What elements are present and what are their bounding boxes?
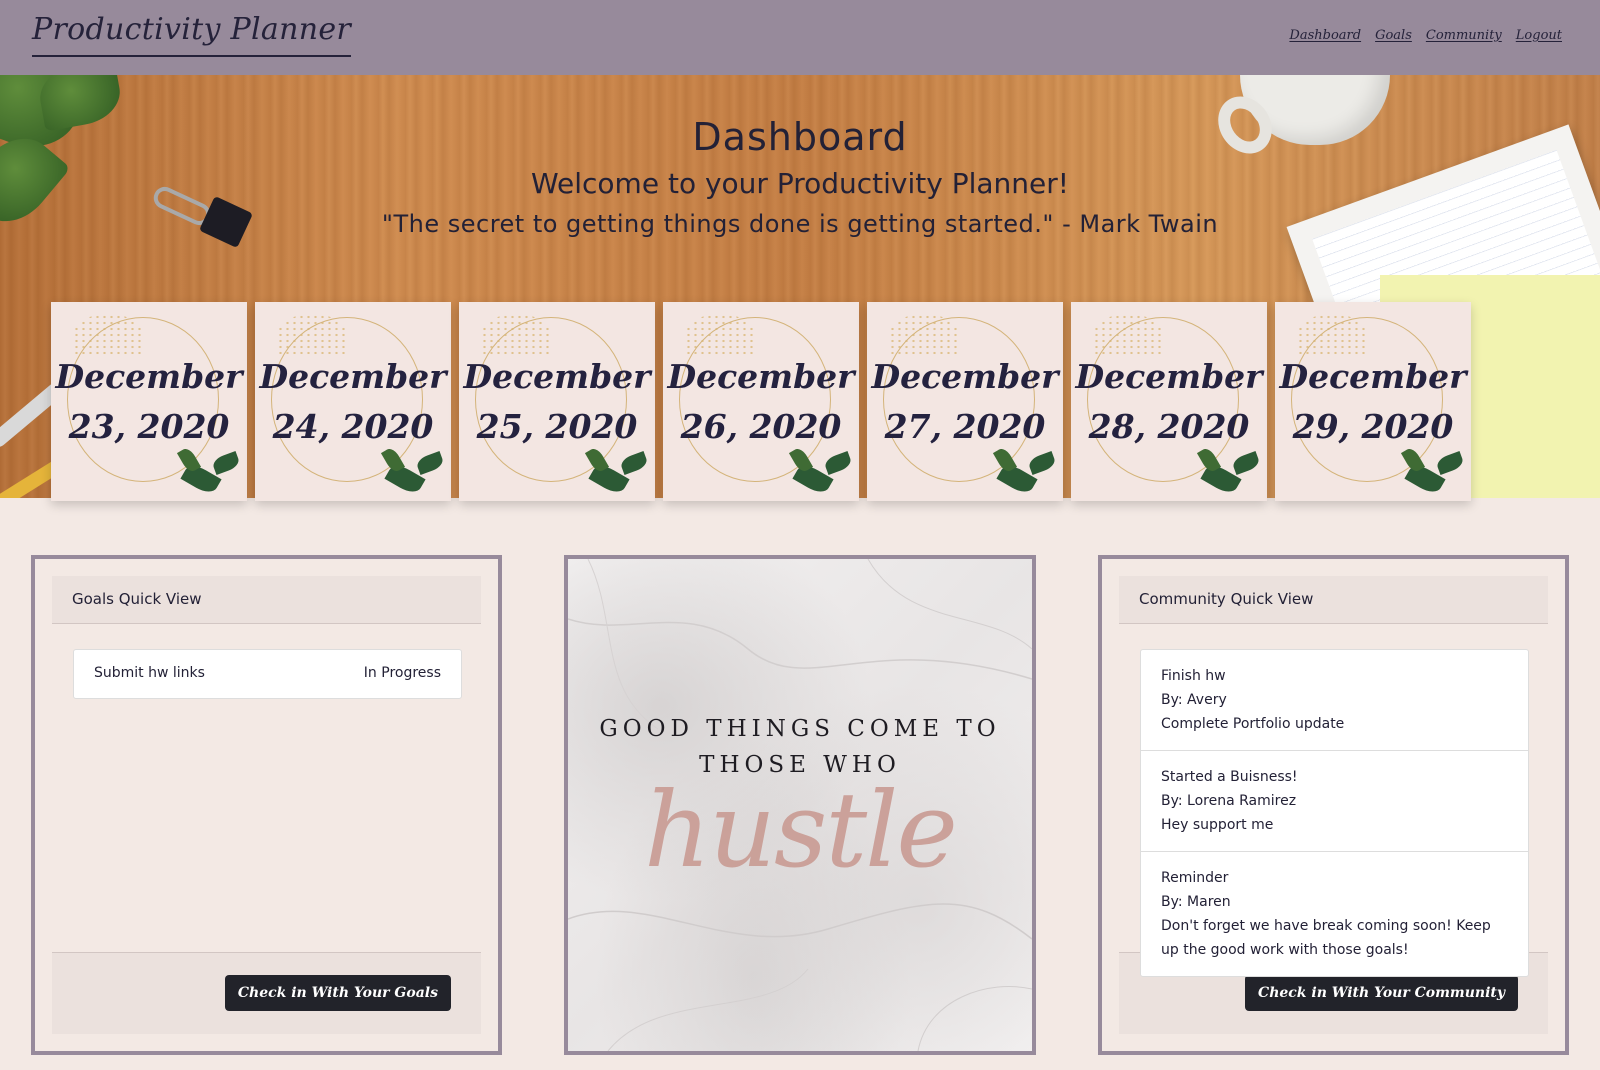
date-month: December: [1279, 357, 1467, 396]
date-day: 27, 2020: [884, 407, 1046, 446]
post-author: By: Maren: [1161, 894, 1231, 910]
post-author: By: Lorena Ramirez: [1161, 793, 1297, 809]
goal-list-item[interactable]: Submit hw links In Progress: [73, 649, 462, 699]
date-month: December: [463, 357, 651, 396]
quote-text: "The secret to getting things done is ge…: [381, 210, 1219, 238]
nav-links: Dashboard Goals Community Logout: [1289, 28, 1562, 43]
date-month: December: [259, 357, 447, 396]
date-card: December 24, 2020: [255, 302, 451, 501]
motivation-image: GOOD THINGS COME TO THOSE WHO hustle: [564, 555, 1036, 1055]
date-month: December: [667, 357, 855, 396]
nav-link-logout[interactable]: Logout: [1516, 28, 1562, 43]
post-body: Complete Portfolio update: [1161, 716, 1345, 732]
date-month: December: [1075, 357, 1263, 396]
community-post[interactable]: Finish hw By: Avery Complete Portfolio u…: [1141, 650, 1528, 751]
goal-status: In Progress: [363, 665, 441, 681]
goals-panel-footer: Check in With Your Goals: [52, 952, 481, 1034]
post-body: Hey support me: [1161, 817, 1274, 833]
check-in-community-button[interactable]: Check in With Your Community: [1245, 975, 1518, 1011]
date-card: December 26, 2020: [663, 302, 859, 501]
date-card: December 23, 2020: [51, 302, 247, 501]
date-day: 26, 2020: [680, 407, 842, 446]
post-title: Started a Buisness!: [1161, 769, 1298, 785]
date-day: 28, 2020: [1088, 407, 1250, 446]
goals-quick-view-panel: Goals Quick View Submit hw links In Prog…: [31, 555, 502, 1055]
nav-link-goals[interactable]: Goals: [1375, 28, 1412, 43]
date-day: 25, 2020: [476, 407, 638, 446]
motivation-script-text: hustle: [644, 769, 958, 891]
goal-name: Submit hw links: [94, 665, 205, 681]
hero-text: Dashboard Welcome to your Productivity P…: [0, 115, 1600, 238]
post-author: By: Avery: [1161, 692, 1227, 708]
post-body: Don't forget we have break coming soon! …: [1161, 918, 1491, 958]
welcome-message: Welcome to your Productivity Planner!: [530, 167, 1069, 200]
community-panel-header: Community Quick View: [1119, 576, 1548, 624]
date-day: 29, 2020: [1292, 407, 1454, 446]
date-day: 24, 2020: [272, 407, 434, 446]
community-quick-view-panel: Community Quick View Check in With Your …: [1098, 555, 1569, 1055]
date-day: 23, 2020: [68, 407, 230, 446]
goals-panel-header: Goals Quick View: [52, 576, 481, 624]
community-post[interactable]: Reminder By: Maren Don't forget we have …: [1141, 852, 1528, 976]
date-card: December 28, 2020: [1071, 302, 1267, 501]
date-card: December 25, 2020: [459, 302, 655, 501]
community-post-list: Finish hw By: Avery Complete Portfolio u…: [1140, 649, 1529, 977]
post-title: Finish hw: [1161, 668, 1226, 684]
date-month: December: [55, 357, 243, 396]
community-post[interactable]: Started a Buisness! By: Lorena Ramirez H…: [1141, 751, 1528, 852]
brand-logo[interactable]: Productivity Planner: [32, 12, 352, 57]
nav-link-community[interactable]: Community: [1426, 28, 1502, 43]
page-title: Dashboard: [692, 115, 908, 159]
check-in-goals-button[interactable]: Check in With Your Goals: [224, 975, 451, 1011]
date-card: December 29, 2020: [1275, 302, 1471, 501]
nav-link-dashboard[interactable]: Dashboard: [1289, 28, 1361, 43]
date-card: December 27, 2020: [867, 302, 1063, 501]
date-cards-row: December 23, 2020 December 24, 2020 Decemb…: [51, 302, 1471, 501]
post-title: Reminder: [1161, 870, 1229, 886]
date-month: December: [871, 357, 1059, 396]
top-navbar: Productivity Planner Dashboard Goals Com…: [0, 0, 1600, 75]
